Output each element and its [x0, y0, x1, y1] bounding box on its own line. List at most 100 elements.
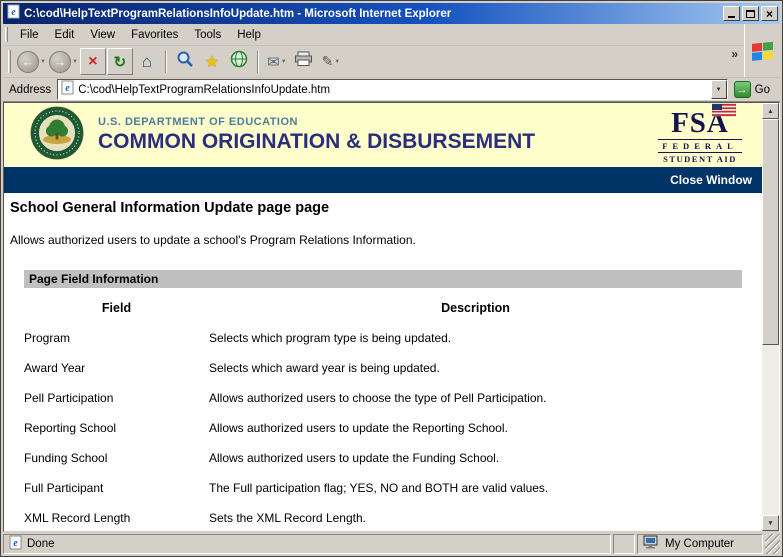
- status-spacer-panel: [613, 534, 635, 554]
- security-zone-text: My Computer: [665, 538, 734, 550]
- address-value[interactable]: C:\cod\HelpTextProgramRelationsInfoUpdat…: [78, 84, 706, 96]
- scrollbar-thumb[interactable]: [762, 119, 779, 345]
- close-button[interactable]: ×: [761, 6, 778, 21]
- table-row: Pell Participation Allows authorized use…: [24, 391, 742, 405]
- history-button[interactable]: [226, 48, 252, 75]
- field-name: Program: [24, 331, 209, 345]
- field-description: Allows authorized users to update the Re…: [209, 421, 742, 435]
- mail-dropdown-icon: ▼: [281, 59, 287, 65]
- resize-grip[interactable]: [765, 534, 780, 554]
- close-icon: ×: [766, 8, 773, 20]
- toolbar-separator: [165, 51, 167, 73]
- refresh-icon: ↻: [114, 53, 127, 71]
- maximize-icon: [746, 10, 755, 18]
- field-description: Selects which award year is being update…: [209, 361, 742, 375]
- table-row: Award Year Selects which award year is b…: [24, 361, 742, 375]
- table-row: XML Record Length Sets the XML Record Le…: [24, 511, 742, 525]
- status-message-panel: e Done: [3, 534, 611, 554]
- field-column-header: Field: [24, 301, 209, 315]
- fsa-student-aid-label: STUDENT AID: [656, 154, 744, 164]
- home-icon: ⌂: [142, 52, 152, 72]
- section-header: Page Field Information: [24, 270, 742, 288]
- field-description: Sets the XML Record Length.: [209, 511, 742, 525]
- page-icon: e: [61, 80, 74, 100]
- edit-dropdown-icon: ▼: [334, 59, 340, 65]
- edit-icon: ✎: [322, 53, 334, 70]
- search-icon: [176, 50, 194, 73]
- help-article: School General Information Update page p…: [4, 193, 762, 531]
- history-icon: [230, 50, 248, 73]
- toolbar: ← ▼ → ▼ × ↻ ⌂: [3, 46, 744, 77]
- go-label: Go: [755, 84, 770, 96]
- menu-file[interactable]: File: [12, 26, 47, 44]
- go-button[interactable]: → Go: [732, 81, 776, 98]
- fsa-federal-label: FEDERAL: [656, 141, 744, 151]
- back-button[interactable]: ← ▼: [16, 48, 47, 75]
- favorites-button[interactable]: ★: [199, 48, 225, 75]
- search-button[interactable]: [172, 48, 198, 75]
- us-flag-icon: [712, 103, 736, 122]
- page-content: U.S. DEPARTMENT OF EDUCATION COMMON ORIG…: [4, 103, 762, 531]
- back-icon: ←: [17, 51, 39, 73]
- home-button[interactable]: ⌂: [134, 48, 160, 75]
- table-row: Program Selects which program type is be…: [24, 331, 742, 345]
- menubar-grip[interactable]: [5, 27, 8, 42]
- toolbar-grip[interactable]: [8, 50, 11, 73]
- mail-icon: ✉: [267, 53, 280, 71]
- toolbar-overflow-chevron[interactable]: »: [728, 47, 741, 61]
- svg-text:e: e: [13, 538, 18, 549]
- forward-dropdown-icon: ▼: [72, 59, 78, 65]
- page-description: Allows authorized users to update a scho…: [10, 233, 762, 247]
- dept-of-education-seal-icon: [30, 106, 84, 165]
- field-name: Pell Participation: [24, 391, 209, 405]
- scroll-down-button[interactable]: ▼: [762, 515, 779, 531]
- menu-help[interactable]: Help: [229, 26, 269, 44]
- window-title: C:\cod\HelpTextProgramRelationsInfoUpdat…: [24, 8, 719, 20]
- address-bar: Address e C:\cod\HelpTextProgramRelation…: [3, 77, 780, 102]
- back-dropdown-icon: ▼: [40, 59, 46, 65]
- browser-window: e C:\cod\HelpTextProgramRelationsInfoUpd…: [0, 0, 783, 557]
- table-header-row: Field Description: [24, 301, 742, 315]
- fsa-logo: FSA FEDERAL STUDENT AID: [656, 106, 744, 164]
- status-text: Done: [27, 538, 55, 550]
- stop-icon: ×: [88, 53, 97, 71]
- page-icon: e: [9, 535, 22, 553]
- toolbar-separator: [257, 51, 259, 73]
- menu-view[interactable]: View: [82, 26, 123, 44]
- go-arrow-icon: →: [734, 81, 751, 98]
- ie-icon: e: [7, 4, 20, 24]
- print-button[interactable]: [291, 48, 317, 75]
- field-name: Funding School: [24, 451, 209, 465]
- address-dropdown-button[interactable]: ▼: [711, 80, 727, 99]
- address-input[interactable]: e C:\cod\HelpTextProgramRelationsInfoUpd…: [57, 79, 727, 100]
- field-description: The Full participation flag; YES, NO and…: [209, 481, 742, 495]
- site-banner: U.S. DEPARTMENT OF EDUCATION COMMON ORIG…: [4, 103, 762, 167]
- my-computer-icon: [643, 535, 660, 553]
- browser-chrome: File Edit View Favorites Tools Help ← ▼ …: [3, 24, 780, 77]
- field-description: Allows authorized users to choose the ty…: [209, 391, 742, 405]
- print-icon: [294, 51, 313, 72]
- field-description: Selects which program type is being upda…: [209, 331, 742, 345]
- mail-button[interactable]: ✉ ▼: [264, 48, 290, 75]
- title-bar[interactable]: e C:\cod\HelpTextProgramRelationsInfoUpd…: [3, 3, 780, 24]
- forward-button[interactable]: → ▼: [48, 48, 79, 75]
- menu-favorites[interactable]: Favorites: [123, 26, 186, 44]
- minimize-icon: [728, 16, 735, 18]
- menu-tools[interactable]: Tools: [186, 26, 229, 44]
- menu-edit[interactable]: Edit: [47, 26, 83, 44]
- scroll-down-icon: ▼: [767, 520, 773, 527]
- vertical-scrollbar[interactable]: ▲ ▼: [762, 103, 779, 531]
- scroll-up-button[interactable]: ▲: [762, 103, 779, 119]
- stop-button[interactable]: ×: [80, 48, 106, 75]
- windows-logo: [744, 24, 780, 77]
- agency-name: U.S. DEPARTMENT OF EDUCATION: [98, 116, 642, 128]
- favorites-icon: ★: [205, 52, 219, 72]
- scrollbar-track[interactable]: [762, 119, 779, 515]
- minimize-button[interactable]: [723, 6, 740, 21]
- edit-button[interactable]: ✎ ▼: [318, 48, 344, 75]
- field-name: XML Record Length: [24, 511, 209, 525]
- close-window-link[interactable]: Close Window: [670, 173, 752, 187]
- refresh-button[interactable]: ↻: [107, 48, 133, 75]
- maximize-button[interactable]: [742, 6, 759, 21]
- svg-text:e: e: [65, 83, 70, 94]
